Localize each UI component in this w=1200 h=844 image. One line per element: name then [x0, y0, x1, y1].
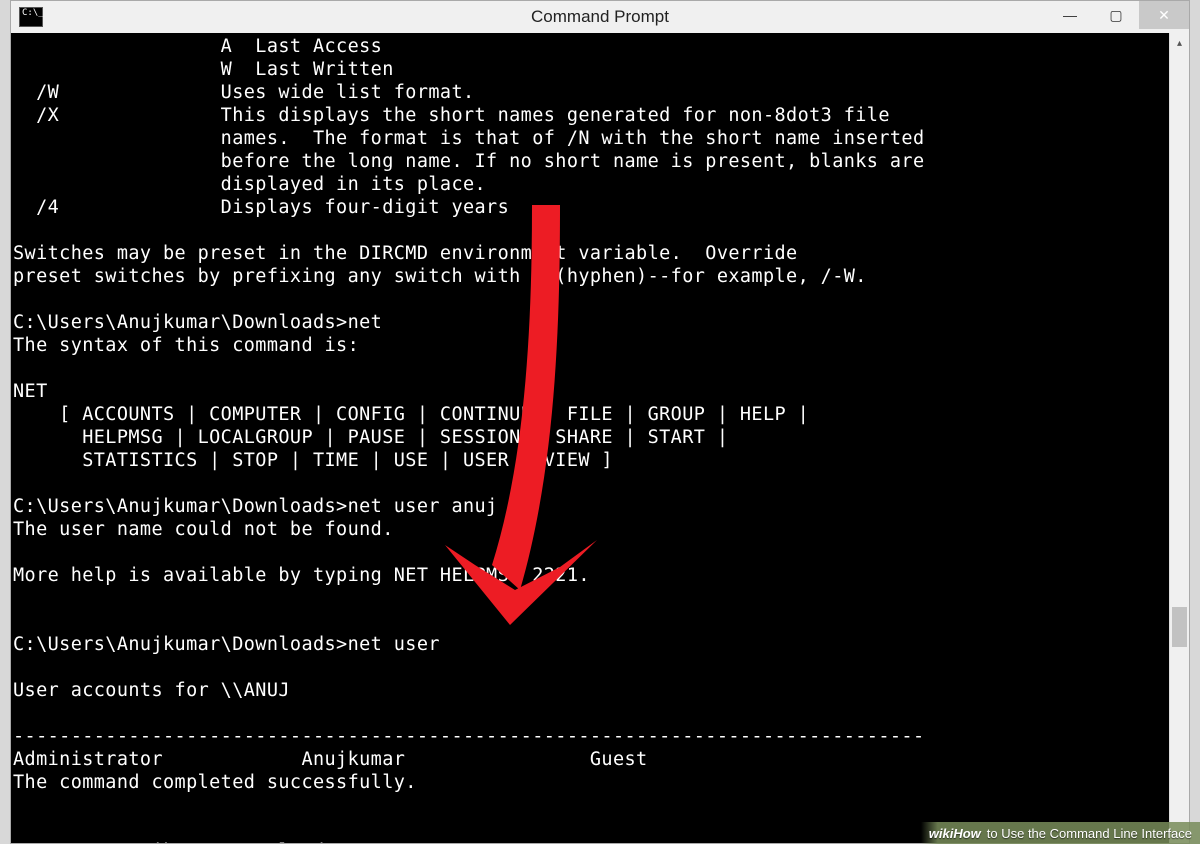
window-controls: — ▢ ✕	[1047, 1, 1189, 33]
window-title: Command Prompt	[11, 7, 1189, 27]
maximize-button[interactable]: ▢	[1093, 1, 1139, 29]
caption-bar: wikiHow to Use the Command Line Interfac…	[921, 822, 1200, 844]
scroll-up-button[interactable]: ▴	[1170, 33, 1189, 53]
close-button[interactable]: ✕	[1139, 1, 1189, 29]
caption-text: to Use the Command Line Interface	[987, 826, 1192, 841]
terminal-output[interactable]: A Last Access W Last Written /W Uses wid…	[11, 33, 1169, 843]
minimize-button[interactable]: —	[1047, 1, 1093, 29]
titlebar[interactable]: Command Prompt — ▢ ✕	[11, 1, 1189, 33]
client-area: A Last Access W Last Written /W Uses wid…	[11, 33, 1189, 843]
wikihow-logo: wikiHow	[929, 826, 981, 841]
scroll-thumb[interactable]	[1172, 607, 1187, 647]
scroll-track[interactable]	[1170, 53, 1189, 823]
command-prompt-window: Command Prompt — ▢ ✕ A Last Access W Las…	[10, 0, 1190, 844]
vertical-scrollbar[interactable]: ▴ ▾	[1169, 33, 1189, 843]
cmd-icon	[19, 7, 43, 27]
